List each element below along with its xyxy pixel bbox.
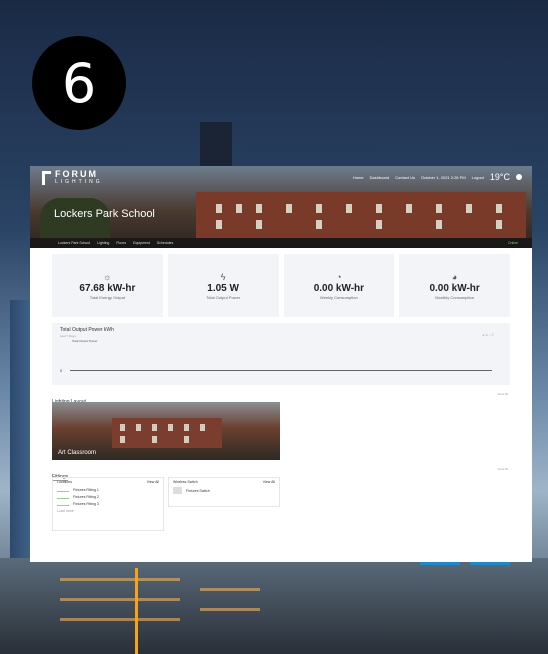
step-badge: 6: [32, 36, 126, 130]
temperature: 19°C: [489, 172, 510, 182]
sub-nav: Lockers Park School Lighting Floors Equi…: [30, 238, 532, 248]
status-badge: Online: [507, 241, 518, 245]
y-tick: 0: [60, 368, 63, 373]
page-title: Lockers Park School: [54, 208, 155, 220]
logout-link[interactable]: Logout: [472, 175, 484, 180]
load-more-link[interactable]: Load more: [53, 507, 163, 515]
forum-logo[interactable]: FORUM LIGHTING: [42, 170, 103, 185]
app-screenshot: FORUM LIGHTING Home Dashboard Contact Us…: [30, 166, 532, 562]
subnav-site[interactable]: Lockers Park School: [58, 241, 90, 245]
pie-icon: ◕: [451, 271, 458, 282]
bulb-icon: ☼: [103, 271, 112, 282]
stat-label: Total Energy Output: [89, 294, 126, 300]
nav-dashboard[interactable]: Dashboard: [370, 175, 390, 180]
chart-subtitle: Last 7 Days: [60, 334, 76, 338]
list-item[interactable]: Fixtures Switch: [169, 486, 279, 495]
sparkline-icon: [57, 487, 69, 492]
sparkline-icon: [57, 501, 69, 506]
chart-legend[interactable]: Total Output Power: [72, 339, 98, 343]
stat-value: 0.00 kW-hr: [313, 282, 365, 294]
chart-toolbar[interactable]: ⊕ ⊖ ⌕ ☰: [482, 333, 494, 337]
stat-label: Monthly Consumption: [435, 294, 474, 300]
room-photo: [112, 418, 222, 448]
current-date: October 1, 2021 2:26 PM: [420, 174, 466, 180]
room-card-art-classroom[interactable]: Art Classroom: [52, 402, 280, 460]
chart-title: Total Output Power kWh: [60, 327, 114, 333]
top-nav: Home Dashboard Contact Us October 1, 202…: [353, 172, 522, 182]
list-title: Wireless Switch: [173, 480, 198, 484]
stat-value: 67.68 kW-hr: [79, 282, 136, 294]
switch-icon: [173, 487, 182, 494]
list-item[interactable]: Fixtures Fitting 1: [53, 486, 163, 493]
sparkline-icon: [57, 494, 69, 499]
logo-mark-icon: [42, 170, 51, 185]
list-title: Locations: [57, 480, 72, 484]
subnav-equipment[interactable]: Equipment: [133, 241, 150, 245]
power-chart: Total Output Power kWh Last 7 Days Total…: [52, 323, 510, 385]
list-view-link[interactable]: View All: [263, 480, 275, 484]
wireless-switch-list: Wireless Switch View All Fixtures Switch: [168, 477, 280, 507]
stat-card-power: ϟ 1.05 W Total Output Power: [167, 254, 279, 317]
room-caption: Art Classroom: [58, 450, 97, 456]
bolt-icon: ϟ: [220, 271, 226, 282]
locations-list: Locations View All Fixtures Fitting 1 Fi…: [52, 477, 164, 531]
list-item[interactable]: Fixtures Fitting 2: [53, 493, 163, 500]
stat-value: 1.05 W: [207, 282, 239, 294]
stat-card-monthly: ◕ 0.00 kW-hr Monthly Consumption: [399, 254, 510, 317]
lighting-layout-header: Lighting Layout View All: [52, 390, 510, 406]
list-item[interactable]: Fixtures Fitting 3: [53, 500, 163, 507]
view-all-link[interactable]: View All: [498, 467, 508, 471]
nav-home[interactable]: Home: [353, 175, 364, 180]
stat-label: Weekly Consumption: [320, 294, 358, 300]
stat-label: Total Output Power: [206, 294, 241, 300]
background-city: [0, 558, 548, 654]
subnav-schedules[interactable]: Schedules: [157, 241, 173, 245]
header-hero: FORUM LIGHTING Home Dashboard Contact Us…: [30, 166, 532, 248]
pie-icon: ◔: [336, 271, 342, 282]
stat-card-energy: ☼ 67.68 kW-hr Total Energy Output: [52, 254, 163, 317]
stat-value: 0.00 kW-hr: [429, 282, 480, 294]
x-axis: [70, 370, 492, 371]
subnav-lighting[interactable]: Lighting: [97, 241, 109, 245]
subnav-floors[interactable]: Floors: [116, 241, 126, 245]
stat-cards: ☼ 67.68 kW-hr Total Energy Output ϟ 1.05…: [30, 248, 532, 317]
stat-card-weekly: ◔ 0.00 kW-hr Weekly Consumption: [283, 254, 395, 317]
list-view-link[interactable]: View All: [147, 480, 159, 484]
school-building-image: [196, 192, 526, 238]
weather-icon: [516, 174, 522, 180]
nav-contact[interactable]: Contact Us: [395, 175, 415, 180]
view-all-link[interactable]: View All: [498, 392, 508, 396]
fittings-header: Fittings View All: [52, 465, 510, 481]
fittings-columns: Locations View All Fixtures Fitting 1 Fi…: [52, 477, 532, 531]
